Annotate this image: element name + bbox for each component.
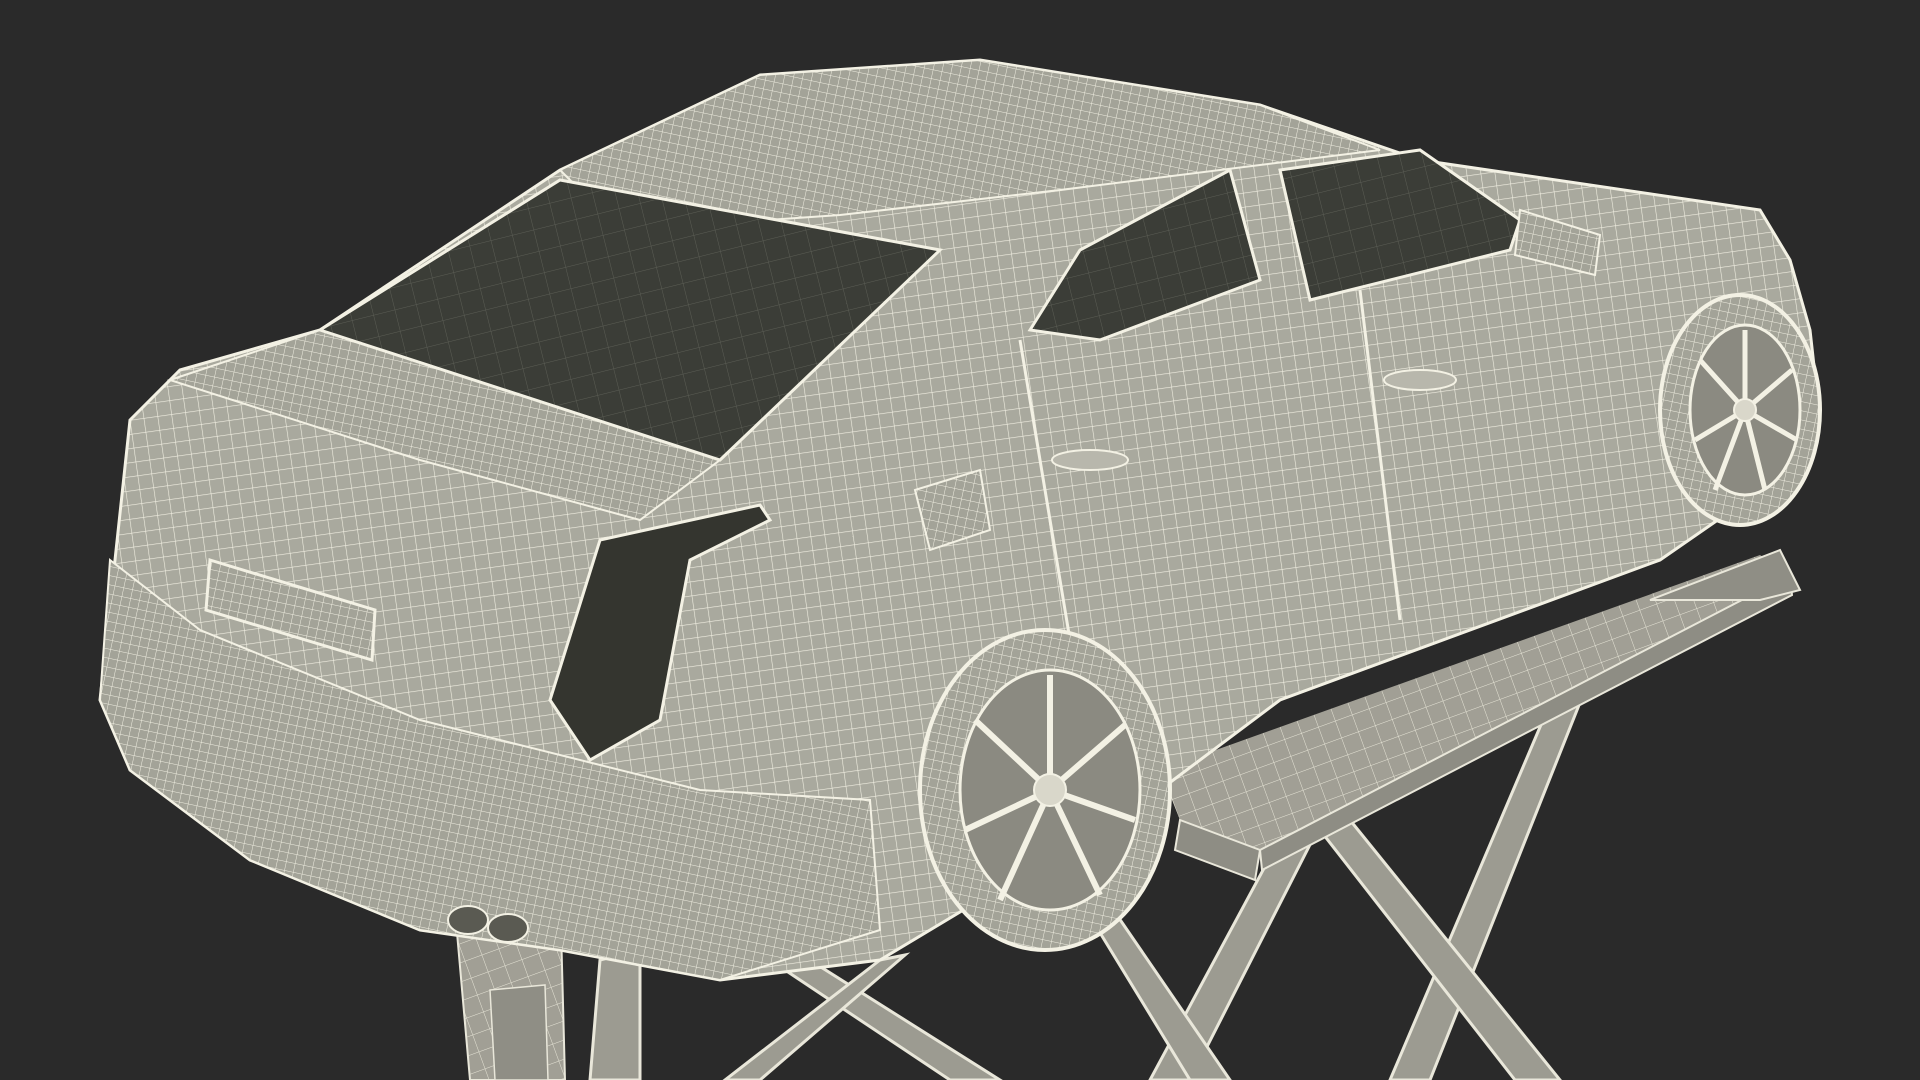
front-wheel bbox=[1658, 293, 1822, 527]
rear-wheel bbox=[918, 628, 1172, 952]
wireframe-car-on-lift bbox=[98, 58, 1822, 1080]
door-handle-front bbox=[1383, 369, 1457, 391]
door-handle-rear bbox=[1051, 449, 1129, 471]
render-viewport bbox=[0, 0, 1920, 1080]
